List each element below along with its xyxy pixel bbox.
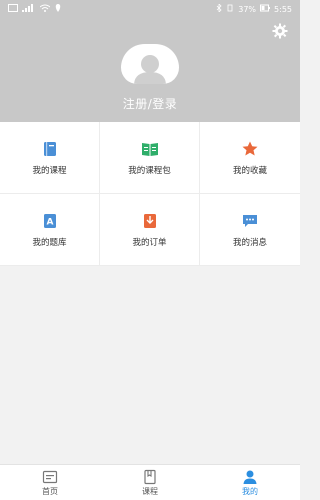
book-open-icon — [141, 140, 159, 158]
menu-item-label: 我的课程包 — [128, 165, 171, 176]
nav-label: 我的 — [242, 486, 258, 496]
menu-item-my-question-bank[interactable]: A 我的题库 — [0, 194, 100, 266]
menu-item-my-course-packages[interactable]: 我的课程包 — [100, 122, 200, 194]
wifi-icon — [39, 4, 51, 14]
profile-header: 37% 5:55 注册/登录 — [0, 0, 300, 122]
status-bar: 37% 5:55 — [0, 0, 300, 18]
question-bank-icon: A — [41, 212, 59, 230]
sim-icon — [8, 4, 18, 14]
nav-label: 首页 — [42, 486, 58, 496]
home-icon — [42, 469, 58, 485]
nav-label: 课程 — [142, 486, 158, 496]
vibrate-icon — [226, 4, 234, 14]
bottom-nav: 首页 课程 我的 — [0, 464, 300, 500]
settings-gear-icon[interactable] — [272, 23, 288, 39]
menu-item-my-messages[interactable]: 我的消息 — [200, 194, 300, 266]
status-left — [8, 4, 62, 14]
menu-item-my-orders[interactable]: 我的订单 — [100, 194, 200, 266]
menu-item-label: 我的消息 — [232, 237, 267, 248]
bluetooth-icon — [216, 3, 222, 14]
menu-item-label: 我的订单 — [132, 237, 167, 248]
menu-item-my-courses[interactable]: 我的课程 — [0, 122, 100, 194]
nav-courses[interactable]: 课程 — [120, 469, 180, 497]
menu-item-label: 我的题库 — [32, 237, 67, 248]
battery-percent: 37% — [238, 4, 257, 14]
star-icon — [241, 140, 259, 158]
location-icon — [54, 4, 62, 14]
nav-home[interactable]: 首页 — [20, 469, 80, 497]
nav-mine[interactable]: 我的 — [220, 469, 280, 497]
menu-item-my-favorites[interactable]: 我的收藏 — [200, 122, 300, 194]
course-icon — [142, 469, 158, 485]
order-icon — [141, 212, 159, 230]
message-icon — [241, 212, 259, 230]
menu-item-label: 我的课程 — [32, 165, 67, 176]
svg-text:A: A — [46, 217, 53, 227]
avatar[interactable] — [121, 44, 179, 84]
battery-icon — [260, 4, 271, 14]
status-right: 37% 5:55 — [216, 3, 292, 14]
status-time: 5:55 — [274, 4, 292, 14]
menu-item-label: 我的收藏 — [232, 165, 267, 176]
menu-grid: 我的课程 我的课程包 我的收藏 A 我的题库 我的订单 我的消息 — [0, 122, 300, 266]
notebook-icon — [41, 140, 59, 158]
register-login-link[interactable]: 注册/登录 — [0, 95, 300, 112]
user-icon — [242, 469, 258, 485]
signal-icon — [22, 4, 36, 14]
